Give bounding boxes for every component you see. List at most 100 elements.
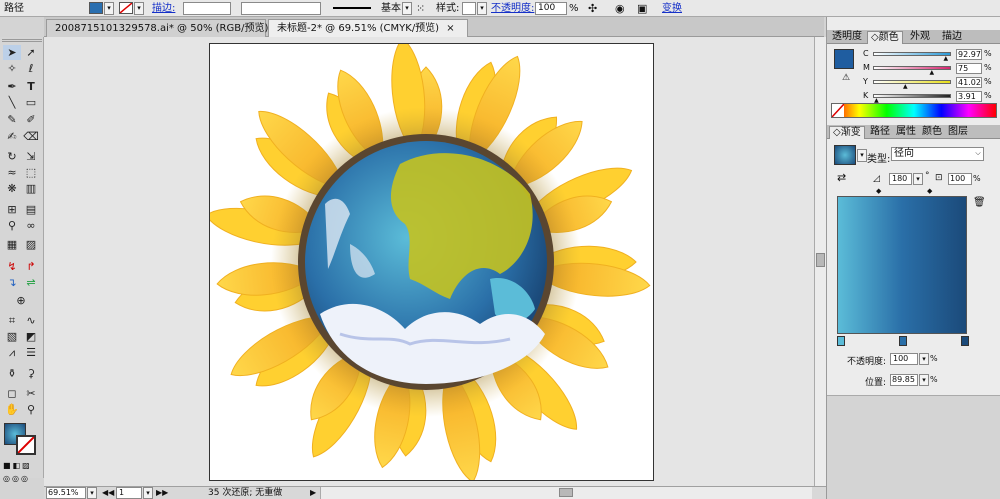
location-dropdown[interactable]: ▾ xyxy=(919,374,929,386)
crosshair-tool-icon[interactable]: ⊕ xyxy=(12,293,30,308)
horizontal-scrollbar[interactable] xyxy=(320,487,812,499)
tab-pathfinder[interactable]: 路径 xyxy=(867,126,893,139)
column-graph-tool-icon[interactable]: ▧ xyxy=(3,329,21,344)
lasso-tool-icon[interactable]: ℓ xyxy=(22,61,40,76)
channel-slider-c[interactable] xyxy=(873,52,951,56)
selection-tool-icon[interactable]: ➤ xyxy=(3,45,21,60)
variable-width-field[interactable] xyxy=(241,2,321,15)
next-page-icon[interactable]: ▶▶ xyxy=(156,487,168,499)
blend-tool-icon[interactable]: ∞ xyxy=(22,218,40,233)
tab-color-2[interactable]: 颜色 xyxy=(919,126,945,139)
stroke-color-swatch[interactable] xyxy=(16,435,36,455)
brush-dropdown[interactable]: ▾ xyxy=(402,2,412,15)
rotate-tool-icon[interactable]: ↻ xyxy=(3,149,21,164)
direct-selection-tool-icon[interactable]: ➚ xyxy=(22,45,40,60)
close-icon[interactable]: × xyxy=(446,23,454,34)
mesh-tool-icon[interactable]: ⊞ xyxy=(3,202,21,217)
shape-builder-tool-icon[interactable]: ↴ xyxy=(3,275,21,290)
pencil-tool-icon[interactable]: ✐ xyxy=(22,112,40,127)
warp-tool-icon[interactable]: ≈ xyxy=(3,165,21,180)
stroke-weight-field[interactable] xyxy=(183,2,231,15)
fill-dropdown[interactable]: ▾ xyxy=(104,2,114,15)
recolor-icon[interactable]: ✣ xyxy=(588,2,597,15)
tab-document-2[interactable]: 未标题-2* @ 69.51% (CMYK/预览) × xyxy=(268,19,468,37)
magic-wand-tool-icon[interactable]: ✧ xyxy=(3,61,21,76)
chevron-down-icon[interactable]: ⌵ xyxy=(973,147,983,161)
trash-icon[interactable]: 🗑 xyxy=(973,197,986,208)
eraser-tool-icon[interactable]: ⌫ xyxy=(22,129,40,144)
stroke-swatch[interactable] xyxy=(119,2,133,14)
list-tool-icon[interactable]: ☰ xyxy=(22,345,40,360)
chart-tool-icon[interactable]: ◩ xyxy=(22,329,40,344)
pen-tool-icon[interactable]: ✒ xyxy=(3,79,21,94)
gradient-type-select[interactable]: 径向 xyxy=(891,147,984,161)
tab-appearance[interactable]: 外观 xyxy=(907,31,933,44)
slice-tool-icon[interactable]: ✂ xyxy=(22,386,40,401)
midpoint-diamond-icon[interactable]: ◆ xyxy=(876,187,881,195)
sunflower-globe-artwork[interactable] xyxy=(205,37,653,483)
stop-opacity-dropdown[interactable]: ▾ xyxy=(919,353,929,365)
location-field[interactable]: 89.85 xyxy=(890,374,918,386)
style-dropdown[interactable]: ▾ xyxy=(477,2,487,15)
hand-tool-icon[interactable]: ✋ xyxy=(3,402,21,417)
vertical-scrollbar[interactable] xyxy=(814,37,826,486)
angle-dropdown[interactable]: ▾ xyxy=(913,173,923,185)
blob-brush-tool-icon[interactable]: ✍ xyxy=(3,129,21,144)
grid-icon[interactable]: ⁙ xyxy=(416,2,425,15)
tab-attributes[interactable]: 属性 xyxy=(893,126,919,139)
tab-document-1[interactable]: 20087151013295​78.ai* @ 50% (RGB/预览) × xyxy=(46,19,284,37)
line-tool-icon[interactable]: ╲ xyxy=(3,95,21,110)
tab-layers[interactable]: 图层 xyxy=(945,126,971,139)
zoom-tool-icon[interactable]: ⚲ xyxy=(22,402,40,417)
tab-stroke[interactable]: 描边 xyxy=(939,31,965,44)
type-tool-icon[interactable]: T xyxy=(22,79,40,94)
color-swatch[interactable] xyxy=(834,49,854,69)
channel-slider-y[interactable] xyxy=(873,80,951,84)
width-tool-icon[interactable]: ⇌ xyxy=(22,275,40,290)
page-dropdown[interactable]: ▾ xyxy=(143,487,153,499)
draw-mode-icons[interactable]: ◎◎◎ xyxy=(3,474,41,485)
midpoint-diamond-icon-2[interactable]: ◆ xyxy=(927,187,932,195)
slider-thumb-icon[interactable]: ▲ xyxy=(930,69,935,76)
live-paint-selection-tool-icon[interactable]: ▨ xyxy=(22,237,40,252)
status-menu-icon[interactable]: ▶ xyxy=(310,487,316,499)
page-field[interactable]: 1 xyxy=(116,487,142,499)
stroke-dropdown[interactable]: ▾ xyxy=(134,2,144,15)
channel-value-c[interactable]: 92.97 xyxy=(956,49,982,60)
gradient-stop[interactable] xyxy=(961,336,969,346)
eyedropper-tool-icon[interactable]: ⚲ xyxy=(3,218,21,233)
eyedropper-2-tool-icon[interactable]: ⚱ xyxy=(3,366,21,381)
perspective-grid-tool-icon[interactable]: ↯ xyxy=(3,259,21,274)
channel-value-k[interactable]: 3.91 xyxy=(956,91,982,102)
rectangle-tool-icon[interactable]: ▭ xyxy=(22,95,40,110)
live-paint-tool-icon[interactable]: ▦ xyxy=(3,237,21,252)
twirl-tool-icon[interactable]: ∿ xyxy=(22,313,40,328)
slider-thumb-icon[interactable]: ▲ xyxy=(903,83,908,90)
scroll-thumb[interactable] xyxy=(816,253,825,267)
color-mode-icons[interactable]: ■◧▨ xyxy=(3,461,41,472)
graph-tool-icon[interactable]: ▥ xyxy=(22,181,40,196)
stop-opacity-field[interactable]: 100 xyxy=(890,353,918,365)
channel-slider-k[interactable] xyxy=(873,94,951,98)
hscroll-thumb[interactable] xyxy=(559,488,573,497)
opacity-field[interactable]: 100 xyxy=(535,2,567,15)
gradient-stop[interactable] xyxy=(899,336,907,346)
channel-value-m[interactable]: 75 xyxy=(956,63,982,74)
prev-page-icon[interactable]: ◀◀ xyxy=(102,487,114,499)
measure-tool-icon[interactable]: ⚳ xyxy=(22,366,40,381)
paintbrush-tool-icon[interactable]: ✎ xyxy=(3,112,21,127)
fill-swatch[interactable] xyxy=(89,2,103,14)
symbol-sprayer-tool-icon[interactable]: ❋ xyxy=(3,181,21,196)
scale-tool-icon[interactable]: ⇲ xyxy=(22,149,40,164)
aspect-field[interactable]: 100 xyxy=(948,173,972,185)
reverse-gradient-icon[interactable]: ⇄ xyxy=(837,171,846,184)
gradient-preview[interactable] xyxy=(834,145,856,165)
tab-gradient[interactable]: ◇渐变 xyxy=(829,126,865,139)
perspective-selection-tool-icon[interactable]: ↱ xyxy=(22,259,40,274)
tools-grip[interactable] xyxy=(2,39,42,42)
gradient-ramp[interactable] xyxy=(837,196,967,334)
tab-color[interactable]: ◇颜色 xyxy=(867,31,903,44)
channel-slider-m[interactable] xyxy=(873,66,951,70)
free-transform-tool-icon[interactable]: ⬚ xyxy=(22,165,40,180)
zoom-field[interactable]: 69.51% xyxy=(46,487,86,499)
